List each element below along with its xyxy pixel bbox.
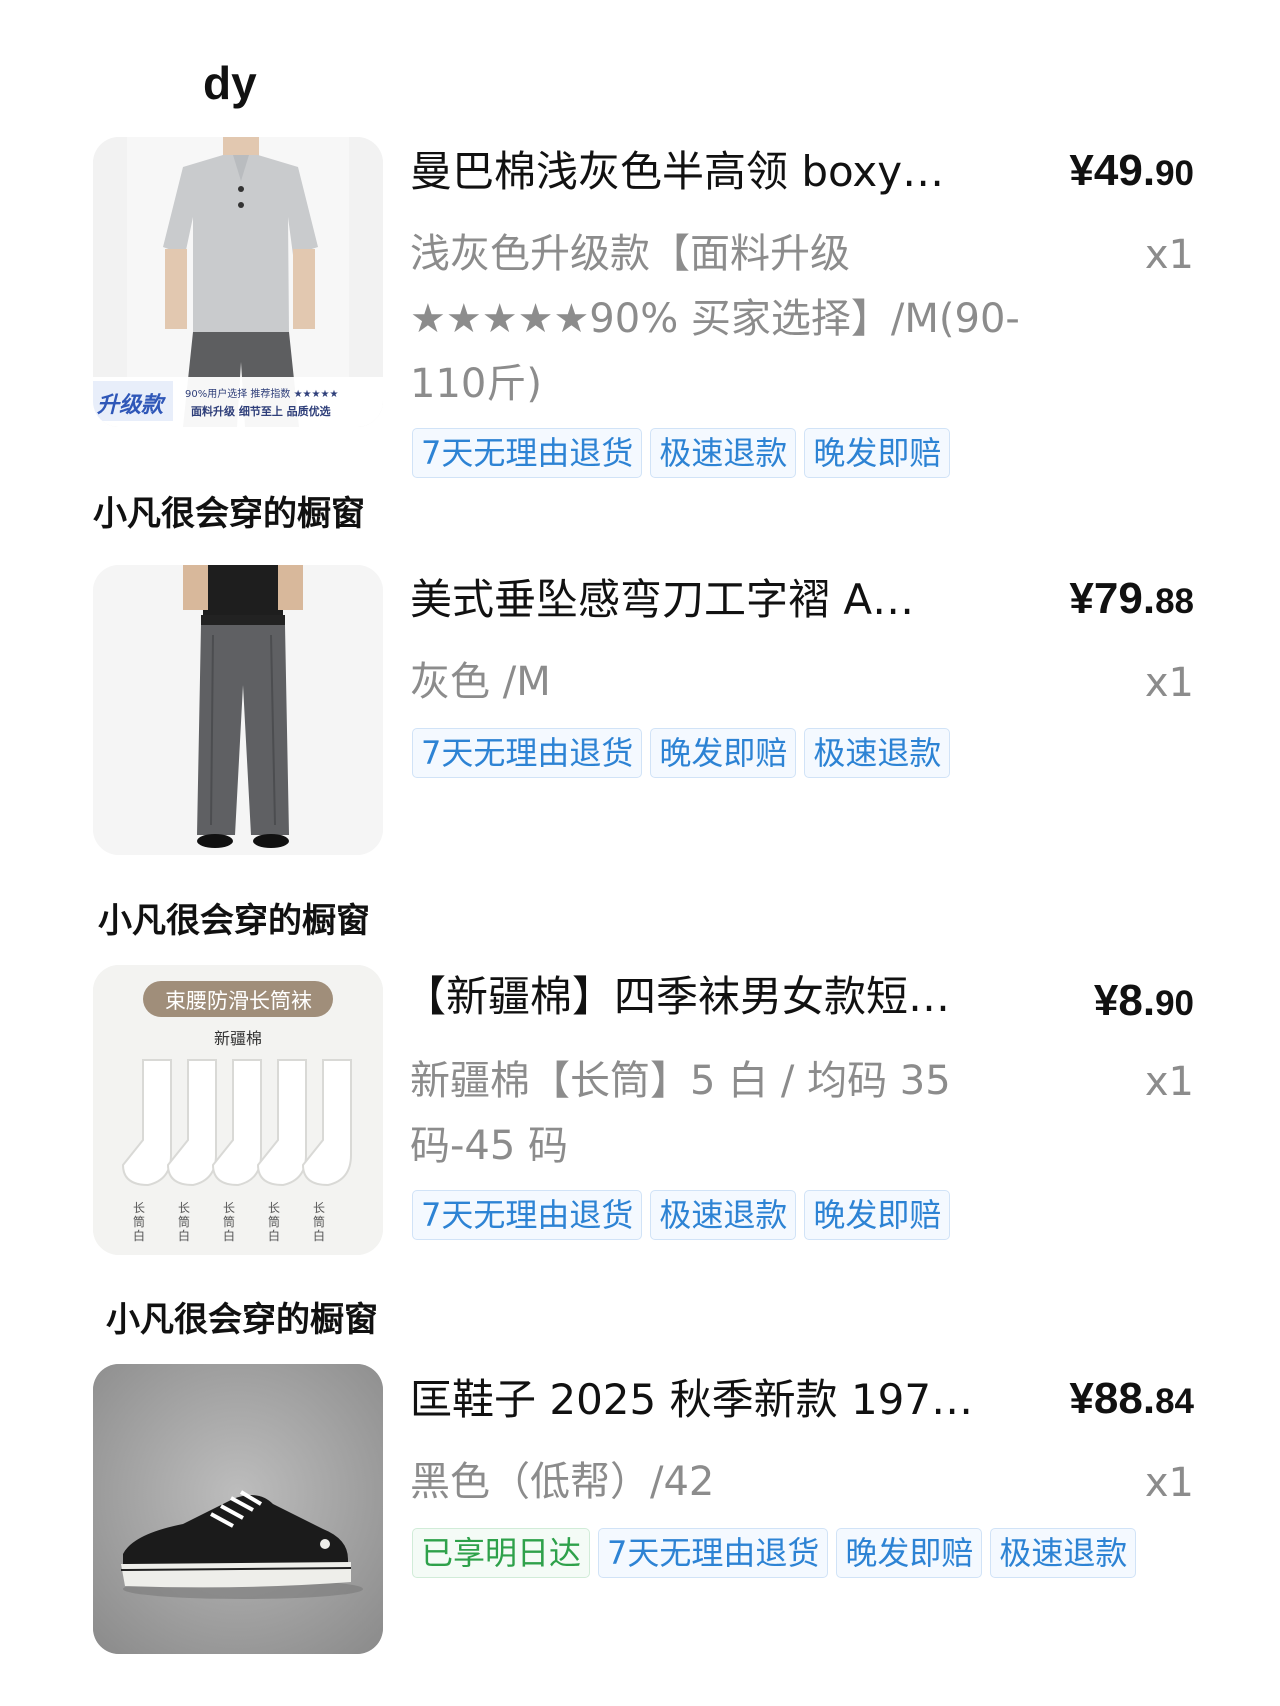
product-image-socks[interactable]: 束腰防滑长筒袜 新疆棉 长筒白 长筒白 长筒白 长筒白 长筒白 <box>93 965 383 1255</box>
tag-7day-return: 7天无理由退货 <box>598 1528 829 1578</box>
product-price: ¥49.90 <box>1069 146 1194 196</box>
service-tags: 7天无理由退货 极速退款 晚发即赔 <box>412 428 951 478</box>
service-tags: 已享明日达 7天无理由退货 晚发即赔 极速退款 <box>412 1528 1137 1578</box>
tag-7day-return: 7天无理由退货 <box>412 1190 643 1240</box>
tag-late-compensation: 晚发即赔 <box>650 728 797 778</box>
product-quantity: x1 <box>1144 660 1194 706</box>
product-title[interactable]: 匡鞋子 2025 秋季新款 197… <box>410 1373 980 1427</box>
tag-fast-refund: 极速退款 <box>650 1190 797 1240</box>
tag-late-compensation: 晚发即赔 <box>836 1528 983 1578</box>
price-integer: ¥49. <box>1069 146 1156 195</box>
product-title[interactable]: 曼巴棉浅灰色半高领 boxy… <box>410 145 980 199</box>
tag-7day-return: 7天无理由退货 <box>412 728 643 778</box>
sock-label-4: 长筒白 <box>268 1201 281 1243</box>
shop-label-2[interactable]: 小凡很会穿的橱窗 <box>98 893 370 942</box>
price-decimal: 90 <box>1155 154 1194 193</box>
price-integer: ¥79. <box>1069 574 1156 623</box>
sock-label-2: 长筒白 <box>178 1201 191 1243</box>
pants-photo-icon <box>93 565 383 855</box>
price-integer: ¥8. <box>1093 976 1156 1025</box>
product-quantity: x1 <box>1144 232 1194 278</box>
service-tags: 7天无理由退货 晚发即赔 极速退款 <box>412 728 951 778</box>
image-caption-line2: 面料升级 细节至上 品质优选 <box>191 405 331 418</box>
shirt-photo-icon <box>93 137 383 427</box>
product-title[interactable]: 【新疆棉】四季袜男女款短… <box>404 970 974 1024</box>
tag-fast-refund: 极速退款 <box>804 728 951 778</box>
socks-subtitle: 新疆棉 <box>213 1029 262 1048</box>
price-decimal: 88 <box>1155 582 1194 621</box>
sock-label-1: 长筒白 <box>133 1201 146 1243</box>
sock-label-5: 长筒白 <box>313 1201 326 1243</box>
price-decimal: 90 <box>1155 984 1194 1023</box>
shoe-photo-icon <box>93 1364 383 1654</box>
product-image-shoes[interactable] <box>93 1364 383 1654</box>
socks-banner-text: 束腰防滑长筒袜 <box>165 989 312 1013</box>
tag-7day-return: 7天无理由退货 <box>412 428 643 478</box>
product-price: ¥8.90 <box>1094 976 1194 1026</box>
product-price: ¥88.84 <box>1069 1374 1194 1424</box>
page-top-label: dy <box>203 57 257 109</box>
product-variant: 黑色（低帮）/42 <box>410 1459 715 1505</box>
product-price: ¥79.88 <box>1069 574 1194 624</box>
product-quantity: x1 <box>1144 1059 1194 1105</box>
sock-label-3: 长筒白 <box>223 1201 236 1243</box>
upgrade-badge: 升级款 <box>97 393 164 418</box>
product-variant: 灰色 /M <box>410 659 551 705</box>
product-quantity: x1 <box>1144 1460 1194 1506</box>
product-image-shirt[interactable]: 升级款 90%用户选择 推荐指数 ★★★★★ 面料升级 细节至上 品质优选 <box>93 137 383 427</box>
shop-label-1[interactable]: 小凡很会穿的橱窗 <box>93 486 365 535</box>
tag-fast-refund: 极速退款 <box>990 1528 1137 1578</box>
service-tags: 7天无理由退货 极速退款 晚发即赔 <box>412 1190 951 1240</box>
product-image-pants[interactable] <box>93 565 383 855</box>
price-integer: ¥88. <box>1069 1374 1156 1423</box>
tag-late-compensation: 晚发即赔 <box>804 428 951 478</box>
image-caption-line1: 90%用户选择 推荐指数 ★★★★★ <box>185 389 339 400</box>
tag-late-compensation: 晚发即赔 <box>804 1190 951 1240</box>
tag-fast-refund: 极速退款 <box>650 428 797 478</box>
tag-next-day-delivery: 已享明日达 <box>412 1528 591 1578</box>
shop-label-3[interactable]: 小凡很会穿的橱窗 <box>106 1292 378 1341</box>
product-title[interactable]: 美式垂坠感弯刀工字褶 A… <box>410 573 980 627</box>
price-decimal: 84 <box>1155 1382 1194 1421</box>
product-variant: 浅灰色升级款【面料升级★★★★★90% 买家选择】/M(90-110斤) <box>410 231 1020 407</box>
product-variant: 新疆棉【长筒】5 白 / 均码 35 码-45 码 <box>410 1058 951 1169</box>
